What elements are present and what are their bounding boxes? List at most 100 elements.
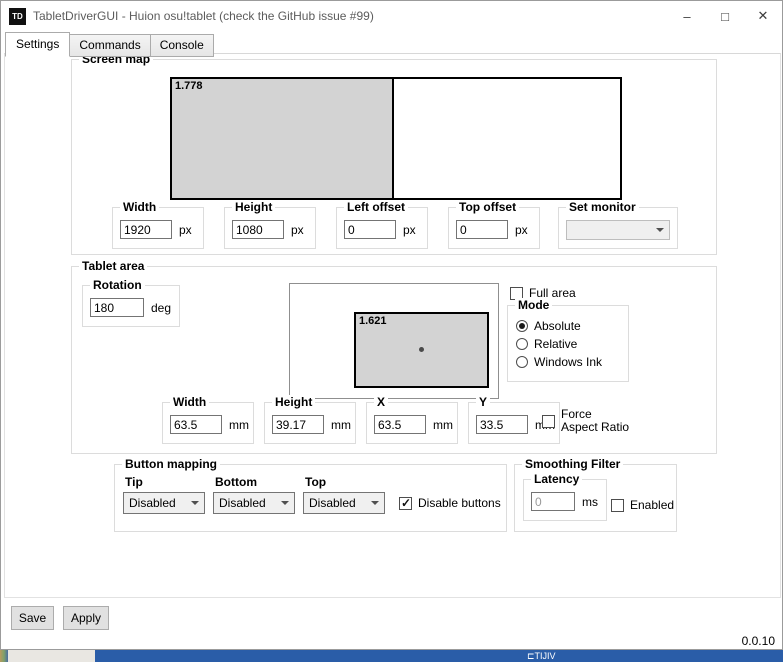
maximize-icon[interactable]: □ (706, 1, 744, 31)
force-aspect-checkbox[interactable] (542, 414, 555, 428)
disable-buttons-checkbox[interactable] (399, 496, 412, 510)
minimize-icon[interactable]: – (668, 1, 706, 31)
area-y-input[interactable] (476, 415, 528, 434)
tab-commands[interactable]: Commands (69, 34, 151, 57)
screen-map-group: Screen map 1.778 Width px Height px Left… (71, 52, 717, 255)
left-offset-unit: px (403, 223, 416, 237)
screen-map-monitor-primary[interactable]: 1.778 (170, 77, 394, 200)
wallpaper-sliver (0, 650, 8, 662)
screen-height-field: Height px (224, 200, 316, 249)
close-icon[interactable]: ✕ (744, 1, 782, 31)
screen-width-label: Width (120, 200, 160, 214)
screen-height-label: Height (232, 200, 276, 214)
latency-field: Latency ms (523, 472, 607, 521)
area-y-label: Y (476, 395, 491, 409)
taskbar[interactable]: ⊏TIJIV (0, 650, 783, 662)
mode-windows-ink-row: Windows Ink (516, 355, 602, 369)
mode-group: Mode Absolute Relative Windows Ink (507, 298, 629, 382)
window-title: TabletDriverGUI - Huion osu!tablet (chec… (33, 9, 374, 23)
mode-relative-label: Relative (534, 337, 578, 351)
bottom-select[interactable]: Disabled (213, 492, 295, 514)
top-offset-input[interactable] (456, 220, 508, 239)
tip-value: Disabled (129, 496, 176, 510)
tab-settings[interactable]: Settings (5, 32, 71, 57)
area-width-field: Width mm (162, 395, 254, 444)
rotation-field: Rotation deg (82, 278, 180, 327)
disable-buttons-label: Disable buttons (418, 496, 501, 510)
bottom-label: Bottom (215, 475, 257, 489)
rotation-input[interactable] (90, 298, 144, 317)
tabstrip: Settings Commands Console (5, 32, 214, 57)
button-mapping-title: Button mapping (122, 457, 220, 471)
smoothing-filter-group: Smoothing Filter Latency ms Enabled (514, 457, 677, 532)
disable-buttons-row: Disable buttons (399, 496, 501, 510)
top-select[interactable]: Disabled (303, 492, 385, 514)
mode-title: Mode (515, 298, 553, 312)
screen-width-field: Width px (112, 200, 204, 249)
screen-width-input[interactable] (120, 220, 172, 239)
smoothing-enabled-label: Enabled (630, 498, 675, 512)
button-mapping-group: Button mapping Tip Disabled Bottom Disab… (114, 457, 507, 532)
mode-absolute-radio[interactable] (516, 320, 528, 332)
latency-label: Latency (531, 472, 583, 486)
smoothing-filter-title: Smoothing Filter (522, 457, 624, 471)
tablet-area-title: Tablet area (79, 259, 148, 273)
bottom-value: Disabled (219, 496, 266, 510)
tab-console[interactable]: Console (149, 34, 214, 57)
tablet-active-area-box[interactable]: 1.621 (354, 312, 489, 388)
apply-button[interactable]: Apply (63, 606, 109, 630)
latency-input[interactable] (531, 492, 575, 511)
mode-windows-ink-label: Windows Ink (534, 355, 603, 369)
set-monitor-field: Set monitor (558, 200, 678, 249)
mode-relative-row: Relative (516, 337, 577, 351)
tabletdrivergui-window: TD TabletDriverGUI - Huion osu!tablet (c… (0, 0, 783, 650)
tablet-aspect-ratio-label: 1.621 (359, 315, 387, 327)
top-offset-unit: px (515, 223, 528, 237)
rotation-label: Rotation (90, 278, 145, 292)
mode-absolute-row: Absolute (516, 319, 581, 333)
area-width-unit: mm (229, 418, 249, 432)
chevron-down-icon (371, 501, 379, 505)
mode-absolute-label: Absolute (534, 319, 581, 333)
screen-width-unit: px (179, 223, 192, 237)
area-x-label: X (374, 395, 389, 409)
tip-label: Tip (125, 475, 143, 489)
screen-height-unit: px (291, 223, 304, 237)
force-aspect-row: Force Aspect Ratio (542, 408, 631, 434)
area-x-unit: mm (433, 418, 453, 432)
tablet-area-group: Tablet area Rotation deg 1.621 Full area… (71, 259, 717, 454)
smoothing-enabled-checkbox[interactable] (611, 498, 624, 512)
mode-relative-radio[interactable] (516, 338, 528, 350)
area-x-input[interactable] (374, 415, 426, 434)
area-height-unit: mm (331, 418, 351, 432)
left-offset-input[interactable] (344, 220, 396, 239)
chevron-down-icon (281, 501, 289, 505)
version-label: 0.0.10 (741, 634, 775, 648)
taskbar-window-strip[interactable]: ⊏TIJIV (95, 650, 783, 662)
screen-aspect-ratio-label: 1.778 (175, 80, 203, 92)
left-offset-field: Left offset px (336, 200, 428, 249)
rotation-unit: deg (151, 301, 172, 315)
tablet-full-area-box[interactable]: 1.621 (289, 283, 499, 399)
desktop: TD TabletDriverGUI - Huion osu!tablet (c… (0, 0, 783, 662)
area-width-label: Width (170, 395, 210, 409)
tip-select[interactable]: Disabled (123, 492, 205, 514)
screen-height-input[interactable] (232, 220, 284, 239)
force-aspect-label: Force Aspect Ratio (561, 407, 630, 434)
area-x-field: X mm (366, 395, 458, 444)
smoothing-enabled-row: Enabled (611, 498, 674, 512)
mode-windows-ink-radio[interactable] (516, 356, 528, 368)
left-offset-label: Left offset (344, 200, 408, 214)
area-height-input[interactable] (272, 415, 324, 434)
top-value: Disabled (309, 496, 356, 510)
taskbar-partial-text: ⊏TIJIV (527, 651, 556, 661)
set-monitor-label: Set monitor (566, 200, 639, 214)
save-button[interactable]: Save (11, 606, 54, 630)
area-width-input[interactable] (170, 415, 222, 434)
set-monitor-select[interactable] (566, 220, 670, 240)
app-icon: TD (9, 7, 26, 25)
screen-map-monitor-secondary[interactable] (394, 77, 622, 200)
window-controls: – □ ✕ (668, 1, 782, 31)
area-height-label: Height (272, 395, 316, 409)
titlebar[interactable]: TD TabletDriverGUI - Huion osu!tablet (c… (1, 1, 782, 31)
